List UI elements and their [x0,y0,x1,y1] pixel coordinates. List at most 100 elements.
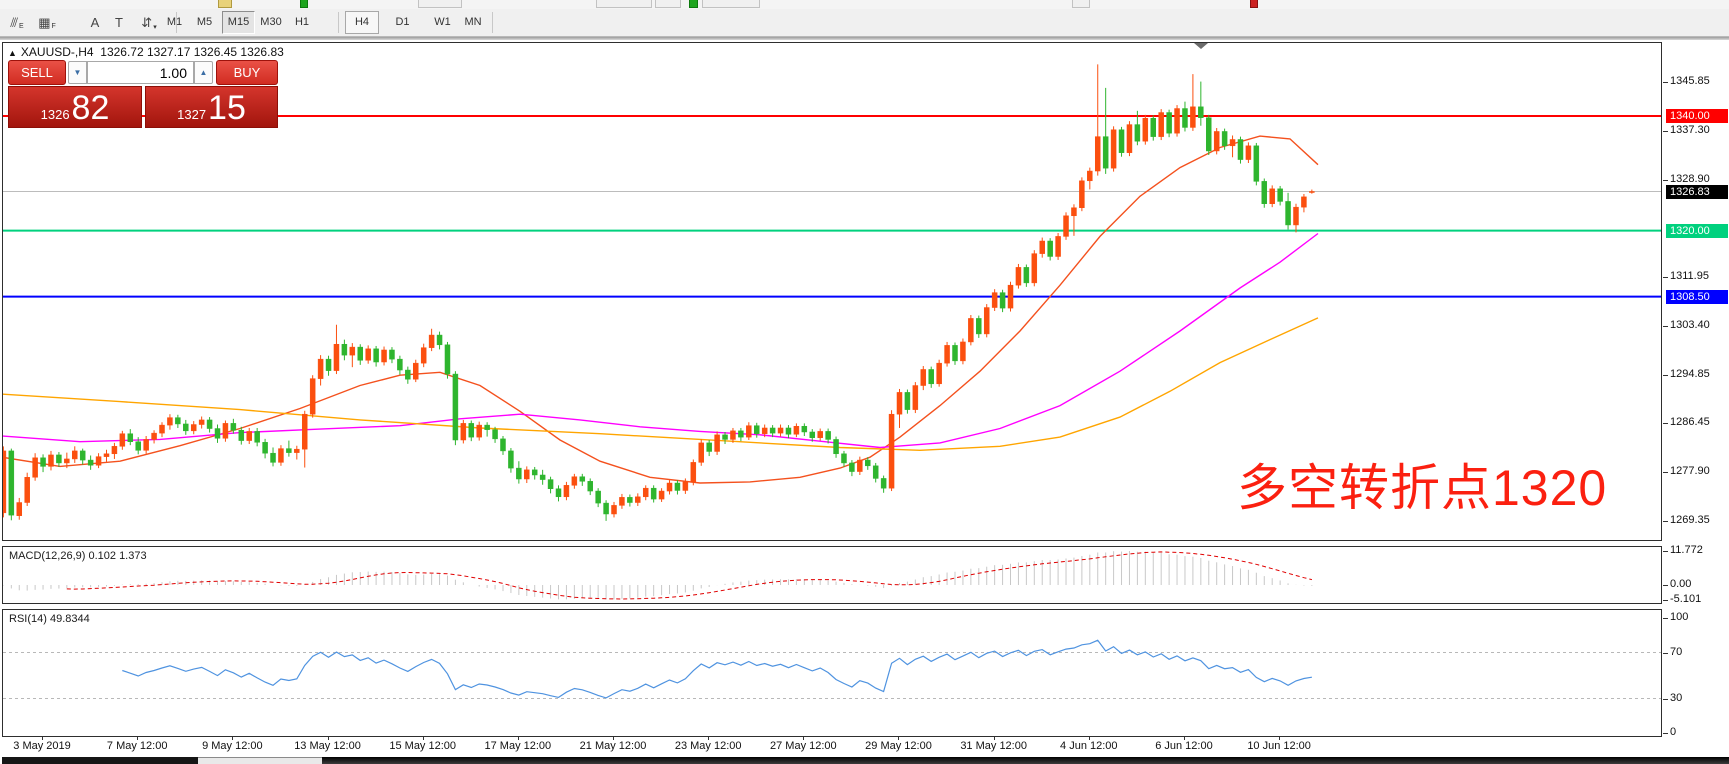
bid-price-small: 1326 [41,107,70,122]
macd-label: MACD(12,26,9) 0.102 1.373 [9,550,147,562]
axis-tick-mark [1663,551,1668,552]
timeframe-M5[interactable]: M5 [190,11,219,34]
time-axis-label: 15 May 12:00 [378,740,468,752]
price-tick-label: 1303.40 [1670,319,1728,331]
price-tick-label: 1294.85 [1670,368,1728,380]
ask-price-panel[interactable]: 1327 15 [145,86,278,128]
rsi-tick-label: 100 [1670,611,1728,623]
symbol-label: XAUUSD-,H4 [21,45,94,59]
draw-lines-tool-icon[interactable]: ⫻E [4,11,30,34]
axis-tick-mark [1663,472,1668,473]
ask-price-big: 15 [208,91,246,125]
mt4-terminal: ⫻E▦F AT⇵▾ M1M5M15M30H1 H4 D1 W1MN ▲ XAUUSD-,H… [0,0,1729,764]
price-tick-label: 1277.90 [1670,465,1728,477]
grid-fibo-tool-icon[interactable]: ▦F [34,11,60,34]
timeframe-H4[interactable]: H4 [345,11,379,34]
toolbar-fragment [655,0,681,8]
rsi-tick-label: 0 [1670,726,1728,738]
price-tick-label: 1337.30 [1670,124,1728,136]
chart-toolbar: ⫻E▦F AT⇵▾ M1M5M15M30H1 H4 D1 W1MN [0,9,1729,37]
axis-tick-mark [1663,618,1668,619]
price-tick-label: 1345.85 [1670,75,1728,87]
axis-tick-mark [1663,82,1668,83]
label-tool-icon[interactable]: T [106,11,132,34]
sell-button[interactable]: SELL [8,60,66,85]
toolbar-fragment [218,0,232,8]
axis-tick-mark [1663,326,1668,327]
toolbar-fragment [689,0,698,8]
toolbar-separator [492,12,493,33]
time-axis-label: 27 May 12:00 [758,740,848,752]
time-axis-label: 4 Jun 12:00 [1044,740,1134,752]
macd-tick-label: -5.101 [1670,593,1728,605]
time-axis-label: 13 May 12:00 [283,740,373,752]
one-click-trading-widget: SELL ▼ ▲ BUY 1326 82 1327 15 [8,60,278,128]
volume-increase-button[interactable]: ▲ [194,61,213,84]
axis-tick-mark [1663,733,1668,734]
toolbar-fragment [300,0,308,8]
volume-decrease-button[interactable]: ▼ [68,61,87,84]
macd-tick-label: 11.772 [1670,544,1728,556]
price-badge-1326.83: 1326.83 [1666,185,1728,199]
toolbar-fragment [1072,0,1090,8]
bid-price-big: 82 [72,91,110,125]
axis-tick-mark [1663,600,1668,601]
axis-tick-mark [1663,653,1668,654]
window-fragment [322,757,1729,764]
macd-tick-label: 0.00 [1670,578,1728,590]
price-tick-label: 1286.45 [1670,416,1728,428]
price-axis[interactable]: 1345.85 1337.30 1328.90 1311.95 1303.40 1294.… [1663,0,1729,764]
time-axis-label: 29 May 12:00 [853,740,943,752]
window-top-border [0,37,1729,40]
timeframe-W1[interactable]: W1 [428,11,457,34]
ohlc-readout: 1326.72 1327.17 1326.45 1326.83 [100,45,284,59]
timeframe-MN[interactable]: MN [458,11,488,34]
chart-title: ▲ XAUUSD-,H4 1326.72 1327.17 1326.45 1326… [8,45,284,59]
axis-tick-mark [1663,423,1668,424]
arrows-tool-icon[interactable]: ⇵▾ [136,11,162,34]
rsi-chart [3,610,1661,736]
axis-tick-mark [1663,375,1668,376]
volume-input[interactable] [87,61,194,84]
time-axis-label: 9 May 12:00 [187,740,277,752]
toolbar-fragment [702,0,760,8]
timeframe-M15[interactable]: M15 [222,11,255,34]
timeframe-D1[interactable]: D1 [388,11,417,34]
chart-annotation: 多空转折点1320 [1237,448,1607,520]
time-axis-label: 6 Jun 12:00 [1139,740,1229,752]
time-axis[interactable]: 3 May 20197 May 12:009 May 12:0013 May 1… [2,737,1662,757]
clipped-toolbar-strip [0,0,1729,9]
text-tool-icon[interactable]: A [82,11,108,34]
timeframe-M1[interactable]: M1 [160,11,189,34]
axis-tick-mark [1663,521,1668,522]
price-tick-label: 1328.90 [1670,173,1728,185]
toolbar-fragment [596,0,652,8]
timeframe-H1[interactable]: H1 [288,11,316,34]
macd-chart [3,547,1661,603]
toolbar-fragment [1250,0,1258,8]
collapse-icon[interactable]: ▲ [8,48,17,58]
rsi-tick-label: 30 [1670,692,1728,704]
bid-price-panel[interactable]: 1326 82 [8,86,142,128]
axis-tick-mark [1663,585,1668,586]
price-tick-label: 1311.95 [1670,270,1728,282]
axis-tick-mark [1663,180,1668,181]
buy-button[interactable]: BUY [216,60,278,85]
price-badge-1340.00: 1340.00 [1666,109,1728,123]
macd-panel [2,546,1662,604]
rsi-label: RSI(14) 49.8344 [9,613,90,625]
axis-tick-mark [1663,699,1668,700]
axis-tick-mark [1663,277,1668,278]
time-axis-label: 31 May 12:00 [949,740,1039,752]
time-axis-label: 21 May 12:00 [568,740,658,752]
toolbar-separator [338,12,339,33]
toolbar-fragment [418,0,462,8]
rsi-panel [2,609,1662,737]
price-badge-1308.50: 1308.50 [1666,290,1728,304]
timeframe-M30[interactable]: M30 [255,11,287,34]
time-axis-label: 10 Jun 12:00 [1234,740,1324,752]
window-fragment [2,757,198,764]
time-axis-label: 3 May 2019 [0,740,87,752]
time-axis-label: 17 May 12:00 [473,740,563,752]
time-axis-label: 23 May 12:00 [663,740,753,752]
